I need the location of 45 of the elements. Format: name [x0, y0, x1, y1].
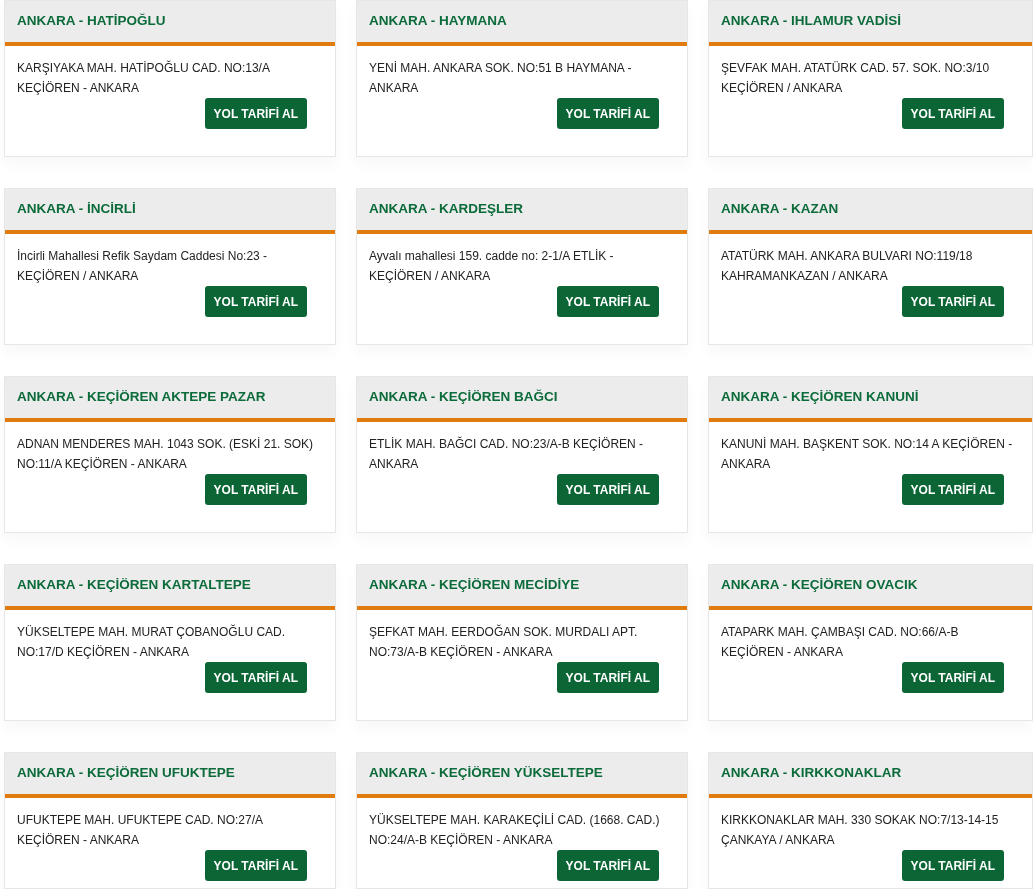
branch-title: ANKARA - IHLAMUR VADİSİ — [721, 12, 901, 31]
directions-button[interactable]: YOL TARİFİ AL — [204, 474, 307, 505]
branch-title: ANKARA - KEÇİÖREN MECİDİYE — [369, 576, 580, 595]
branch-title: ANKARA - KEÇİÖREN BAĞCI — [369, 388, 558, 407]
branch-title: ANKARA - KEÇİÖREN KARTALTEPE — [17, 576, 251, 595]
branch-title: ANKARA - KAZAN — [721, 200, 839, 219]
branch-address: ŞEVFAK MAH. ATATÜRK CAD. 57. SOK. NO:3/10 KEÇİÖREN / ANKARA — [721, 60, 991, 97]
branch-title: ANKARA - KEÇİÖREN YÜKSELTEPE — [369, 764, 603, 783]
branch-address: YÜKSELTEPE MAH. KARAKEÇİLİ CAD. (1668. CAD.) NO:24/A-B KEÇİÖREN - ANKARA — [369, 812, 661, 849]
branch-title: ANKARA - KEÇİÖREN AKTEPE PAZAR — [17, 388, 266, 407]
branch-address: ETLİK MAH. BAĞCI CAD. NO:23/A-B KEÇİÖREN - ANKARA — [369, 435, 645, 473]
directions-button[interactable]: YOL TARİFİ AL — [901, 286, 1004, 317]
directions-button[interactable]: YOL TARİFİ AL — [556, 286, 659, 317]
branch-address: YÜKSELTEPE MAH. MURAT ÇOBANOĞLU CAD. NO:17/D KEÇİÖREN - ANKARA — [17, 623, 287, 661]
directions-button[interactable]: YOL TARİFİ AL — [556, 474, 659, 505]
branch-address: UFUKTEPE MAH. UFUKTEPE CAD. NO:27/A KEÇİÖREN - ANKARA — [17, 812, 264, 849]
directions-button[interactable]: YOL TARİFİ AL — [556, 850, 659, 881]
branch-address: ŞEFKAT MAH. EERDOĞAN SOK. MURDALI APT. NO:73/A-B KEÇİÖREN - ANKARA — [369, 623, 639, 661]
directions-button[interactable]: YOL TARİFİ AL — [204, 98, 307, 129]
branch-title: ANKARA - KEÇİÖREN KANUNİ — [721, 388, 919, 407]
branch-address: İncirli Mahallesi Refik Saydam Caddesi No:23 - KEÇİÖREN / ANKARA — [17, 248, 269, 285]
directions-button[interactable]: YOL TARİFİ AL — [901, 850, 1004, 881]
directions-button[interactable]: YOL TARİFİ AL — [901, 98, 1004, 129]
branch-title: ANKARA - KEÇİÖREN OVACIK — [721, 576, 918, 595]
branch-title: ANKARA - KEÇİÖREN UFUKTEPE — [17, 764, 235, 783]
branch-address: KANUNİ MAH. BAŞKENT SOK. NO:14 A KEÇİÖREN - ANKARA — [721, 436, 1014, 473]
branch-title: ANKARA - HATİPOĞLU — [17, 12, 166, 31]
branch-title: ANKARA - HAYMANA — [369, 12, 507, 31]
branch-title: ANKARA - KIRKKONAKLAR — [721, 764, 902, 783]
directions-button[interactable]: YOL TARİFİ AL — [556, 98, 659, 129]
directions-button[interactable]: YOL TARİFİ AL — [556, 662, 659, 693]
branch-address: KIRKKONAKLAR MAH. 330 SOKAK NO:7/13-14-15 ÇANKAYA / ANKARA — [721, 812, 1000, 849]
directions-button[interactable]: YOL TARİFİ AL — [204, 286, 307, 317]
branch-address: Ayvalı mahallesi 159. cadde no: 2-1/A ETLİK - KEÇİÖREN / ANKARA — [369, 248, 615, 285]
branch-title: ANKARA - KARDEŞLER — [369, 200, 523, 219]
directions-button[interactable]: YOL TARİFİ AL — [204, 662, 307, 693]
branch-address: ATATÜRK MAH. ANKARA BULVARI NO:119/18 KAHRAMANKAZAN / ANKARA — [721, 248, 974, 285]
branch-address: ATAPARK MAH. ÇAMBAŞI CAD. NO:66/A-B KEÇİÖREN - ANKARA — [721, 624, 960, 661]
branch-address: KARŞIYAKA MAH. HATİPOĞLU CAD. NO:13/A KEÇİÖREN - ANKARA — [17, 59, 271, 97]
branch-title: ANKARA - İNCİRLİ — [17, 200, 136, 219]
branch-address: YENİ MAH. ANKARA SOK. NO:51 B HAYMANA - ANKARA — [369, 60, 633, 97]
branch-address: ADNAN MENDERES MAH. 1043 SOK. (ESKİ 21. SOK) NO:11/A KEÇİÖREN - ANKARA — [17, 436, 315, 473]
directions-button[interactable]: YOL TARİFİ AL — [204, 850, 307, 881]
directions-button[interactable]: YOL TARİFİ AL — [901, 662, 1004, 693]
directions-button[interactable]: YOL TARİFİ AL — [901, 474, 1004, 505]
